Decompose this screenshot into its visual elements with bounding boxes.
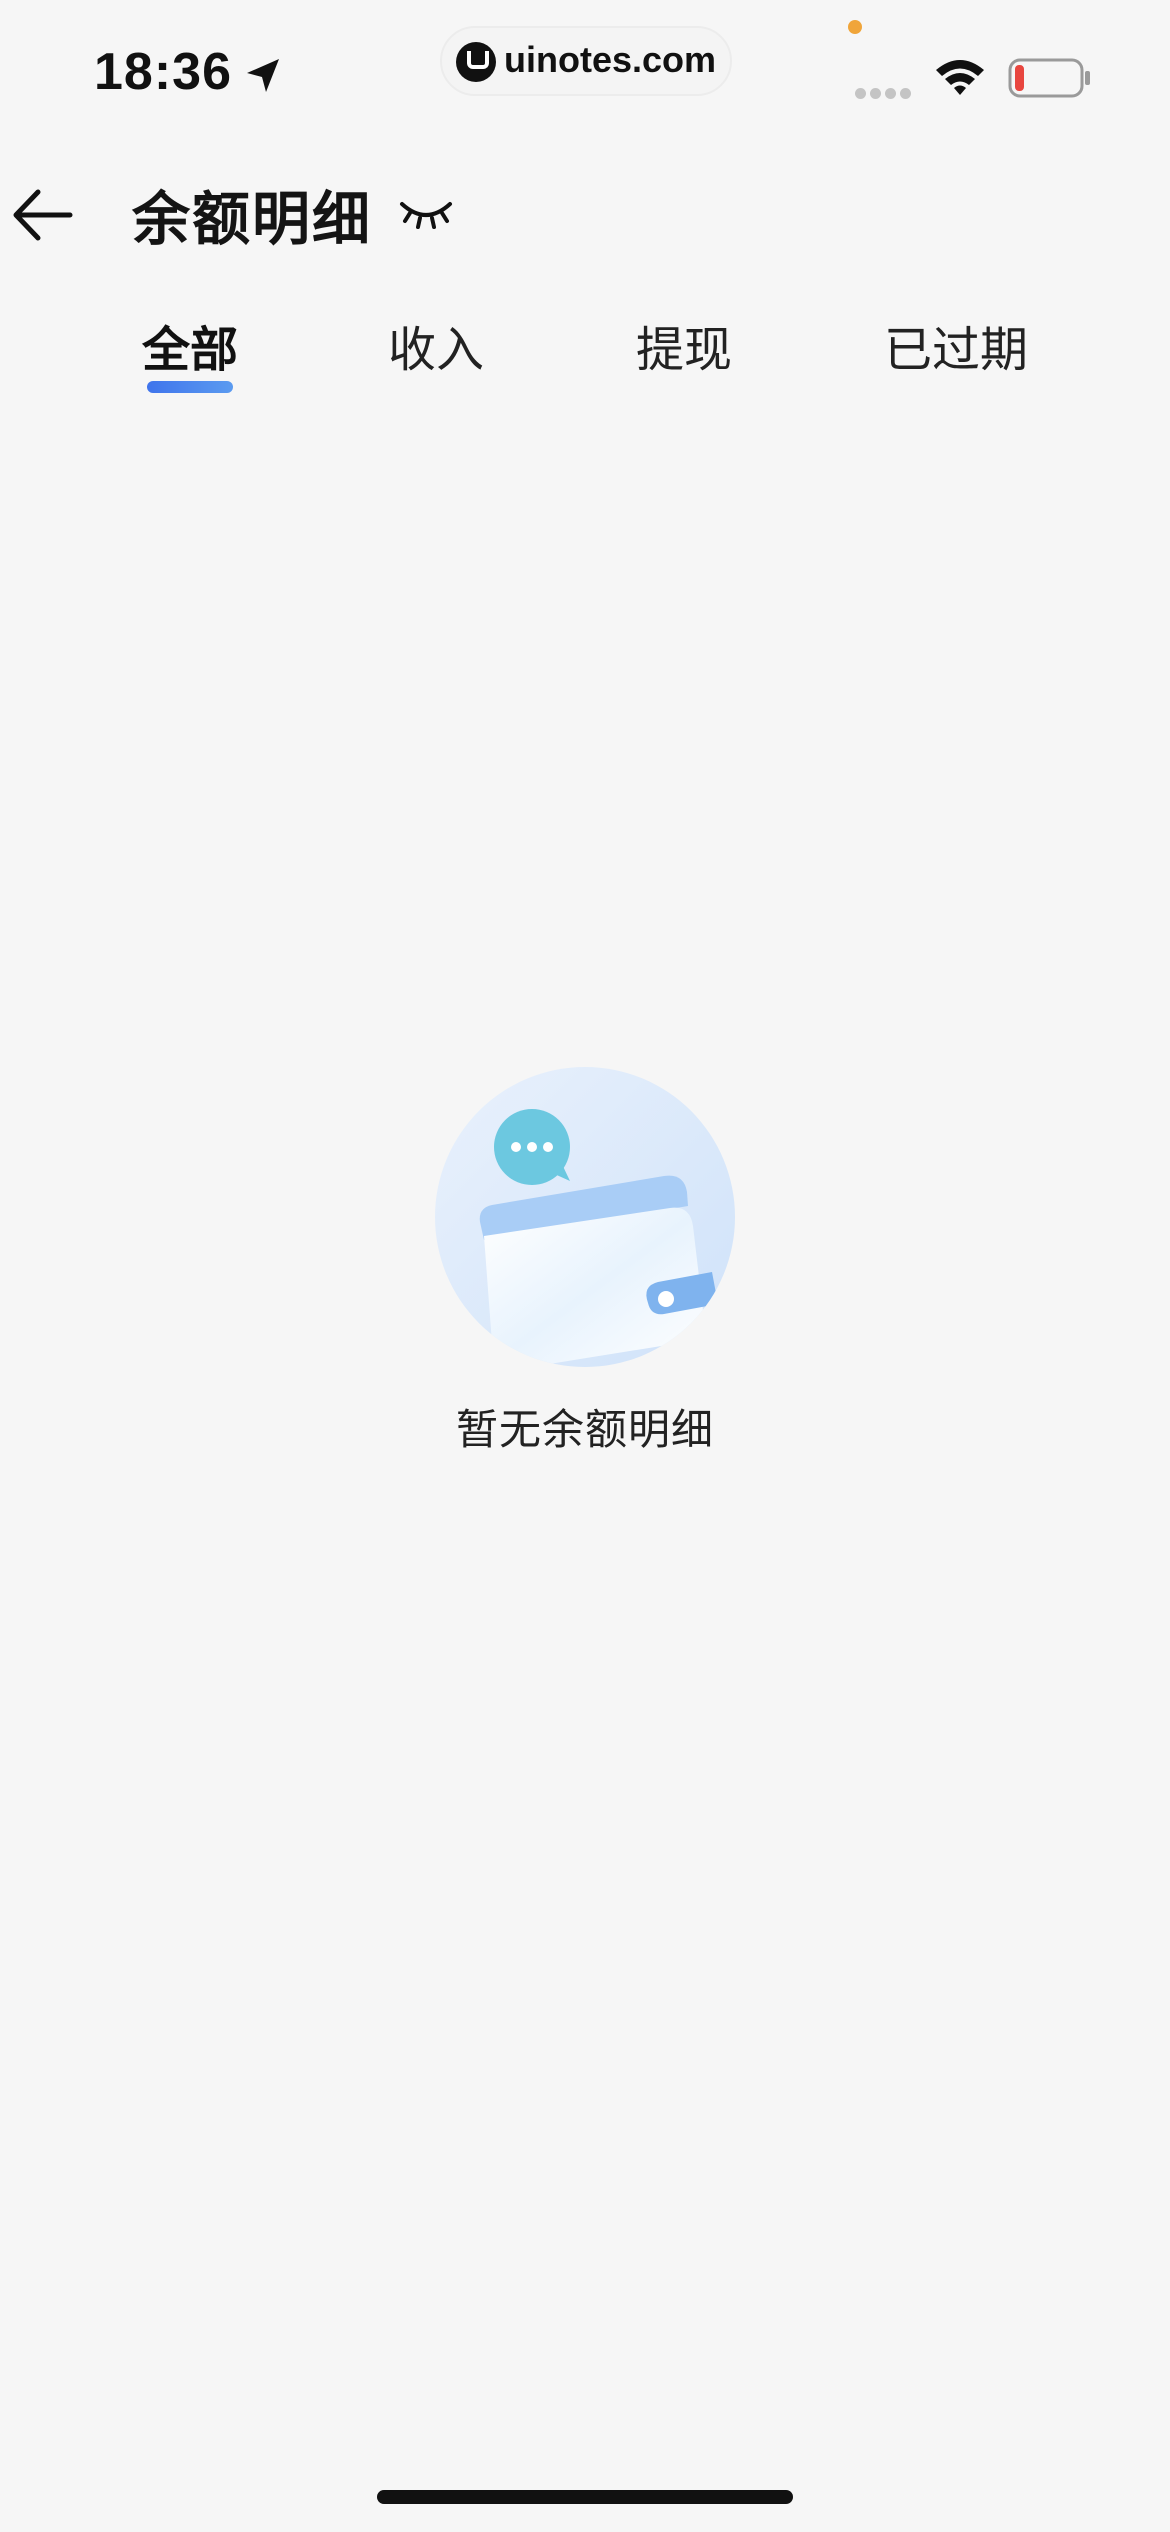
privacy-indicator-dot <box>848 20 862 34</box>
tab-all[interactable]: 全部 <box>142 310 238 380</box>
location-arrow-icon <box>247 59 279 92</box>
tab-expired[interactable]: 已过期 <box>884 310 1028 380</box>
wallet-chat-illustration <box>435 1067 735 1367</box>
nav-header: 余额明细 <box>0 140 1170 280</box>
battery-low-icon <box>1008 58 1090 98</box>
cellular-signal-icon <box>855 84 917 99</box>
tab-income[interactable]: 收入 <box>388 310 484 380</box>
home-indicator[interactable] <box>377 2490 793 2504</box>
url-pill[interactable]: uinotes.com <box>440 26 732 96</box>
active-tab-indicator <box>147 381 233 393</box>
status-bar: 18:36 uinotes.com <box>0 0 1170 140</box>
page-title: 余额明细 <box>132 185 373 253</box>
back-arrow-icon[interactable] <box>8 180 78 250</box>
wifi-icon <box>936 60 984 95</box>
filter-tabs: 全部 收入 提现 已过期 <box>0 280 1170 410</box>
eye-closed-icon[interactable] <box>398 192 454 232</box>
tab-withdraw[interactable]: 提现 <box>636 310 732 380</box>
url-text: uinotes.com <box>504 39 717 80</box>
status-time: 18:36 <box>94 43 232 101</box>
site-logo-icon <box>456 42 496 82</box>
empty-state-message: 暂无余额明细 <box>455 1405 714 1454</box>
